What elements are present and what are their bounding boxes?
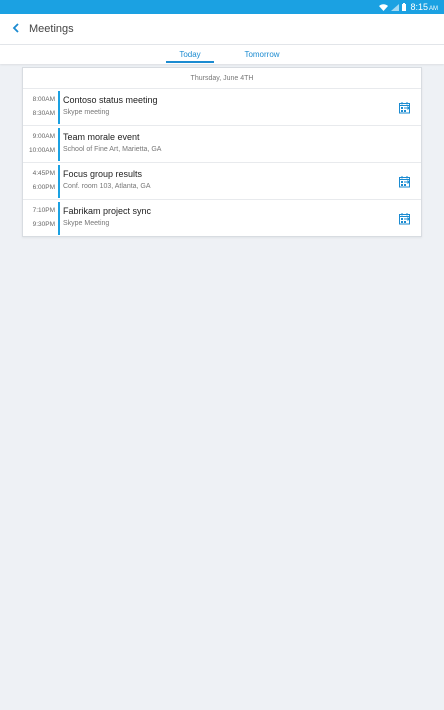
- meeting-times: 9:00AM 10:00AM: [23, 126, 55, 162]
- end-time: 8:30AM: [32, 110, 55, 117]
- signal-icon: [391, 3, 400, 11]
- meeting-row[interactable]: 8:00AM 8:30AM Contoso status meeting Sky…: [23, 88, 421, 125]
- meeting-row[interactable]: 4:45PM 6:00PM Focus group results Conf. …: [23, 162, 421, 199]
- back-button[interactable]: [9, 22, 23, 36]
- status-bar: 8:15AM: [0, 0, 444, 14]
- join-meeting-icon[interactable]: [399, 212, 411, 225]
- meeting-location: Conf. room 103, Atlanta, GA: [63, 183, 151, 190]
- meeting-row[interactable]: 7:10PM 9:30PM Fabrikam project sync Skyp…: [23, 199, 421, 236]
- meeting-times: 7:10PM 9:30PM: [23, 200, 55, 236]
- accent-bar: [58, 128, 60, 161]
- date-header: Thursday, June 4TH: [190, 74, 254, 82]
- start-time: 4:45PM: [32, 170, 55, 177]
- meeting-location: School of Fine Art, Marietta, GA: [63, 146, 162, 153]
- tab-bar: Today Tomorrow: [0, 45, 444, 64]
- accent-bar: [58, 202, 60, 235]
- meeting-subject: Team morale event: [63, 132, 140, 142]
- meetings-list: Thursday, June 4TH 8:00AM 8:30AM Contoso…: [22, 67, 422, 237]
- app-bar: Meetings: [0, 14, 444, 45]
- meeting-subject: Focus group results: [63, 169, 143, 179]
- meeting-row[interactable]: 9:00AM 10:00AM Team morale event School …: [23, 125, 421, 162]
- join-meeting-icon[interactable]: [399, 101, 411, 114]
- meeting-times: 4:45PM 6:00PM: [23, 163, 55, 199]
- chevron-left-icon: [12, 20, 20, 38]
- accent-bar: [58, 165, 60, 198]
- end-time: 9:30PM: [32, 221, 55, 228]
- join-meeting-icon[interactable]: [399, 175, 411, 188]
- page-title: Meetings: [29, 23, 74, 35]
- tab-today[interactable]: Today: [166, 45, 214, 64]
- start-time: 9:00AM: [32, 133, 55, 140]
- meeting-location: Skype Meeting: [63, 220, 110, 227]
- accent-bar: [58, 91, 60, 124]
- meeting-subject: Contoso status meeting: [63, 95, 158, 105]
- meeting-subject: Fabrikam project sync: [63, 206, 152, 216]
- end-time: 6:00PM: [32, 184, 55, 191]
- start-time: 8:00AM: [32, 96, 55, 103]
- start-time: 7:10PM: [32, 207, 55, 214]
- wifi-icon: [379, 3, 389, 11]
- battery-icon: [402, 3, 407, 11]
- end-time: 10:00AM: [28, 147, 55, 154]
- tab-tomorrow[interactable]: Tomorrow: [236, 45, 288, 64]
- meeting-location: Skype meeting: [63, 109, 110, 116]
- meeting-times: 8:00AM 8:30AM: [23, 89, 55, 125]
- clock: 8:15AM: [410, 2, 438, 12]
